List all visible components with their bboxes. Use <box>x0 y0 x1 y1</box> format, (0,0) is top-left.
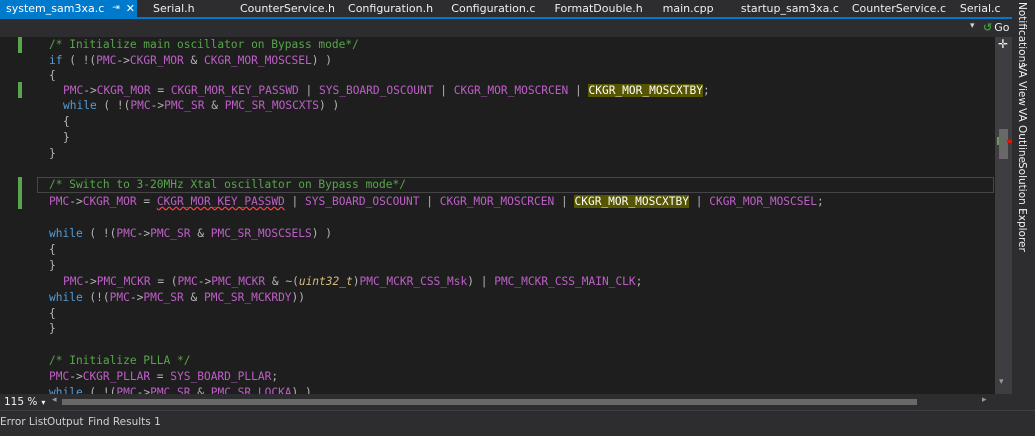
code-line: PMC->PMC_MCKR = (PMC->PMC_MCKR & ~(uint3… <box>63 275 643 288</box>
code-line: while ( !(PMC->PMC_SR & PMC_SR_MOSCXTS) … <box>63 99 340 112</box>
code-line: { <box>63 115 70 128</box>
code-editor[interactable]: /* Initialize main oscillator on Bypass … <box>0 37 995 394</box>
tab-label: Configuration.c <box>451 2 536 15</box>
sidepanel-tab-va-view[interactable]: VA View <box>1016 64 1028 106</box>
tab-label: Serial.h <box>153 2 195 15</box>
tab-error-list[interactable]: Error List <box>0 416 47 428</box>
code-line: PMC->CKGR_MOR = CKGR_MOR_KEY_PASSWD | SY… <box>63 84 710 97</box>
code-line: { <box>49 307 56 320</box>
chevron-down-icon[interactable]: ▾ <box>970 21 975 31</box>
code-line: } <box>49 322 56 335</box>
tab-find-results-1[interactable]: Find Results 1 <box>88 416 161 428</box>
code-line: } <box>49 259 56 272</box>
code-line: while ( !(PMC->PMC_SR & PMC_SR_LOCKA) ) <box>49 386 312 394</box>
sidepanel-tab-solution-explorer[interactable]: Solution Explorer <box>1016 162 1028 252</box>
tab-label: CounterService.h <box>239 2 336 15</box>
change-marker <box>18 37 22 53</box>
tab-label: Serial.c <box>959 2 1001 15</box>
scrollbar-thumb[interactable] <box>62 399 917 405</box>
tab-counterservice-c[interactable]: CounterService.c <box>846 0 954 17</box>
scroll-down-arrow-icon[interactable]: ▾ <box>999 377 1004 387</box>
tab-serial-h[interactable]: Serial.h <box>137 0 234 17</box>
tab-label: main.cpp <box>662 2 714 15</box>
code-line: if ( !(PMC->CKGR_MOR & CKGR_MOR_MOSCSEL)… <box>49 54 332 67</box>
chevron-down-icon: ▾ <box>41 398 46 407</box>
tab-counterservice-h[interactable]: CounterService.h <box>234 0 342 17</box>
code-line: while (!(PMC->PMC_SR & PMC_SR_MCKRDY)) <box>49 291 306 304</box>
zoom-value: 115 % <box>4 396 38 408</box>
tab-startup-sam3xa-c[interactable]: startup_sam3xa.c <box>735 0 846 17</box>
tab-main-cpp[interactable]: main.cpp <box>657 0 735 17</box>
change-marker <box>18 82 22 98</box>
go-icon: ↺ <box>983 21 993 34</box>
code-line: PMC->CKGR_MOR = CKGR_MOR_KEY_PASSWD | SY… <box>49 195 824 208</box>
tab-output[interactable]: Output <box>47 416 83 428</box>
go-label: Go <box>994 21 1010 34</box>
code-line: PMC->CKGR_PLLAR = SYS_BOARD_PLLAR; <box>49 370 279 383</box>
document-tab-strip: system_sam3xa.c ⇥ ✕ Serial.h CounterServ… <box>0 0 1012 19</box>
scrollbar-thumb[interactable] <box>999 129 1008 159</box>
pin-icon[interactable]: ⇥ <box>112 0 120 17</box>
code-line: /* Initialize main oscillator on Bypass … <box>49 38 359 51</box>
tab-label: system_sam3xa.c <box>6 2 105 15</box>
tab-label: CounterService.c <box>851 2 946 15</box>
code-line: { <box>49 243 56 256</box>
sidepanel-tab-va-outline[interactable]: VA Outline <box>1016 108 1028 163</box>
code-line: } <box>63 131 70 144</box>
tab-label: startup_sam3xa.c <box>740 2 839 15</box>
tab-formatdouble-h[interactable]: FormatDouble.h <box>549 0 657 17</box>
change-marker <box>18 177 22 209</box>
code-line: } <box>49 147 56 160</box>
tab-label: Configuration.h <box>348 2 434 15</box>
editor-bottom-bar: 115 % ▾ ◂ ▸ <box>0 394 1012 410</box>
editor-gutter <box>0 37 34 394</box>
symbol-highlight: CKGR_MOR_MOSCXTBY <box>574 195 689 208</box>
symbol-highlight: CKGR_MOR_MOSCXTBY <box>588 84 703 97</box>
tab-label: FormatDouble.h <box>554 2 643 15</box>
horizontal-scrollbar[interactable]: ◂ ▸ <box>48 395 994 408</box>
tab-configuration-h[interactable]: Configuration.h <box>342 0 445 17</box>
zoom-selector[interactable]: 115 % ▾ <box>0 395 49 409</box>
go-button[interactable]: ↺ Go <box>983 19 1009 36</box>
tab-configuration-c[interactable]: Configuration.c <box>445 0 548 17</box>
scroll-right-arrow-icon[interactable]: ▸ <box>982 395 987 405</box>
vertical-scrollbar[interactable]: ✛ ▾ <box>995 37 1012 394</box>
sidepanel-tab-notifications[interactable]: Notifications <box>1016 2 1028 68</box>
code-line: while ( !(PMC->PMC_SR & PMC_SR_MOSCSELS)… <box>49 227 332 240</box>
tab-serial-c[interactable]: Serial.c <box>954 0 1012 17</box>
scroll-left-arrow-icon[interactable]: ◂ <box>52 395 57 405</box>
split-plus-icon[interactable]: ✛ <box>998 37 1008 51</box>
bottom-tool-tabs: Error List Output Find Results 1 <box>0 410 1035 436</box>
close-icon[interactable]: ✕ <box>126 0 135 17</box>
code-line: /* Initialize PLLA */ <box>49 354 191 367</box>
tab-system-sam3xa-c[interactable]: system_sam3xa.c ⇥ ✕ <box>0 0 138 17</box>
navigation-bar: ▾ ↺ Go <box>0 19 1012 37</box>
code-line: /* Switch to 3-20MHz Xtal oscillator on … <box>49 178 406 191</box>
side-tool-panel: Notifications VA View VA Outline Solutio… <box>1012 0 1035 410</box>
code-line: { <box>49 69 56 82</box>
